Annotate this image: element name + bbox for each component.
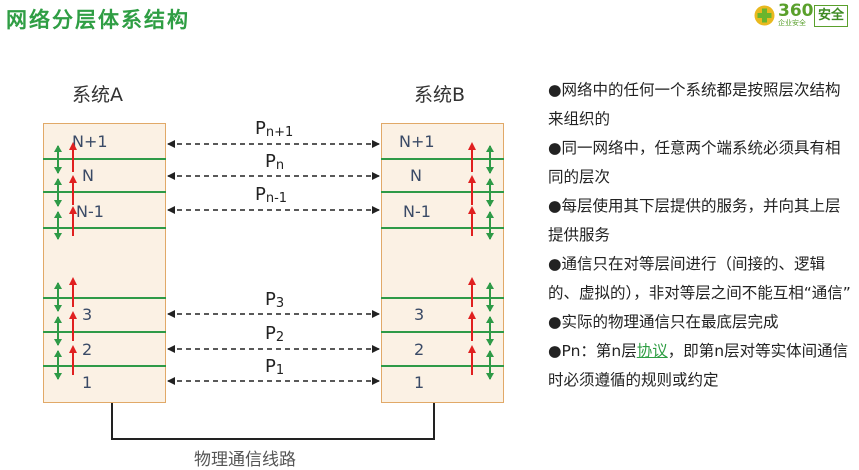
note-prefix: ●Pn：第n层 <box>548 342 637 360</box>
protocol-label-3: P3 <box>265 289 285 311</box>
note-item: ●每层使用其下层提供的服务，并向其上层提供服务 <box>548 197 841 244</box>
note-item: ●Pn：第n层协议，即第n层对等实体间通信时必须遵循的规则或约定 <box>548 337 854 395</box>
note-item: ●通信只在对等层间进行（间接的、逻辑的、虚拟的），非对等层之间不能互相“通信” <box>548 255 851 302</box>
notes-list: ●网络中的任何一个系统都是按照层次结构来组织的 ●同一网络中，任意两个端系统必须… <box>548 76 854 395</box>
note-item: ●实际的物理通信只在最底层完成 <box>548 313 779 331</box>
protocol-label-n: Pn <box>265 151 285 173</box>
protocol-label-2: P2 <box>265 323 285 345</box>
note-item: ●网络中的任何一个系统都是按照层次结构来组织的 <box>548 81 841 128</box>
protocol-label-n-plus-1: Pn+1 <box>255 118 294 140</box>
protocol-link[interactable]: 协议 <box>637 342 668 360</box>
protocol-label-n-minus-1: Pn-1 <box>255 184 288 206</box>
protocol-label-1: P1 <box>265 356 285 378</box>
note-item: ●同一网络中，任意两个端系统必须具有相同的层次 <box>548 139 841 186</box>
